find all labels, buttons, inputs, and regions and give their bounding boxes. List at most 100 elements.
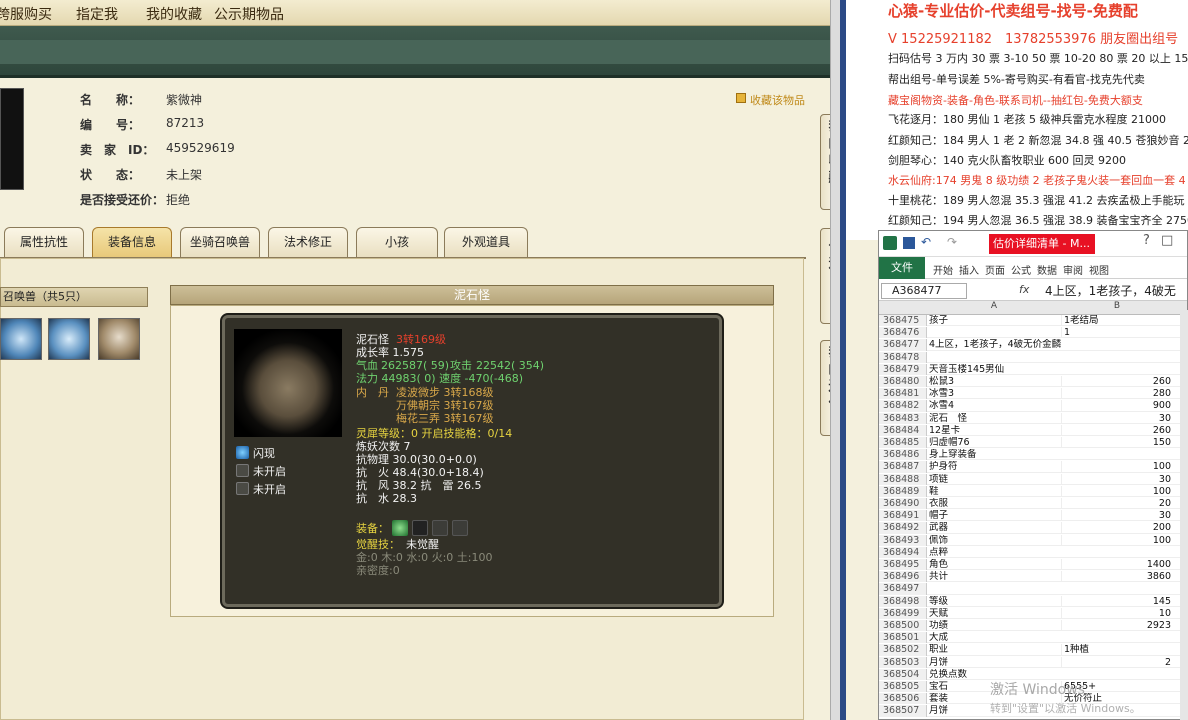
cell-a[interactable]: 12星卡 — [927, 425, 1061, 436]
row-number[interactable]: 368503 — [879, 656, 927, 668]
cell-a[interactable]: 护身符 — [927, 461, 1061, 472]
cell-a[interactable]: 天音玉楼145男仙 — [927, 364, 1061, 375]
row-number[interactable]: 368500 — [879, 620, 927, 632]
cell-b-number[interactable]: 150 — [1061, 437, 1173, 448]
save-icon[interactable] — [903, 237, 915, 249]
row-number[interactable]: 368481 — [879, 388, 927, 400]
nav-public-items[interactable]: 公示期物品 — [214, 4, 284, 24]
cell-a[interactable]: 功绩 — [927, 620, 1061, 631]
nav-cross-server-buy[interactable]: 跨服购买 — [0, 4, 52, 24]
row-number[interactable]: 368492 — [879, 522, 927, 534]
row-number[interactable]: 368477 — [879, 339, 927, 351]
cell-a[interactable]: 鞋 — [927, 486, 1061, 497]
cell-a[interactable]: 天赋 — [927, 608, 1061, 619]
equip-slot-4-icon[interactable] — [452, 520, 468, 536]
cell-a[interactable]: 佩饰 — [927, 535, 1061, 546]
row-number[interactable]: 368478 — [879, 351, 927, 363]
ribbon-formulas[interactable]: 公式 — [1011, 262, 1031, 277]
row-number[interactable]: 368482 — [879, 400, 927, 412]
row-number[interactable]: 368507 — [879, 705, 927, 717]
row-number[interactable]: 368499 — [879, 607, 927, 620]
cell-a[interactable]: 冰雪4 — [927, 400, 1061, 411]
nav-my-favorites[interactable]: 我的收藏 — [146, 4, 202, 24]
column-b-header[interactable]: B — [1061, 301, 1173, 311]
row-number[interactable]: 368506 — [879, 693, 927, 705]
row-number[interactable]: 368498 — [879, 595, 927, 607]
row-number[interactable]: 368493 — [879, 534, 927, 546]
help-icon[interactable]: ? — [1143, 233, 1150, 248]
cell-b-number[interactable]: 3860 — [1061, 571, 1173, 583]
row-number[interactable]: 368487 — [879, 461, 927, 473]
cell-a[interactable]: 身上穿装备 — [927, 449, 1061, 460]
row-number[interactable]: 368489 — [879, 485, 927, 498]
row-number[interactable]: 368502 — [879, 644, 927, 656]
pet-thumb-3[interactable] — [98, 318, 140, 360]
redo-icon[interactable]: ↷ — [947, 235, 957, 249]
cell-b-number[interactable]: 30 — [1061, 510, 1173, 522]
cell-b-number[interactable]: 900 — [1061, 400, 1173, 412]
cell-b-number[interactable]: 10 — [1061, 607, 1173, 619]
pet-thumb-2[interactable] — [48, 318, 90, 360]
row-number[interactable]: 368484 — [879, 424, 927, 437]
cell-a[interactable]: 点粹 — [927, 547, 1061, 558]
nav-assigned-to-me[interactable]: 指定我 — [76, 4, 118, 24]
tab-attributes[interactable]: 属性抗性 — [4, 227, 84, 257]
ribbon-review[interactable]: 审阅 — [1063, 262, 1083, 277]
cell-b-number[interactable]: 2 — [1061, 656, 1173, 668]
cell-b-text[interactable]: 1老结局 — [1061, 315, 1173, 326]
cell-b-number[interactable]: 20 — [1061, 498, 1173, 509]
cell-b-number[interactable]: 145 — [1061, 595, 1173, 607]
row-number[interactable]: 368486 — [879, 449, 927, 461]
file-tab[interactable]: 文件 — [879, 257, 925, 279]
row-number[interactable]: 368480 — [879, 376, 927, 388]
row-number[interactable]: 368495 — [879, 559, 927, 571]
cell-b-number[interactable]: 2923 — [1061, 620, 1173, 631]
row-number[interactable]: 368497 — [879, 583, 927, 595]
cell-a[interactable]: 帽子 — [927, 510, 1061, 521]
cell-a[interactable]: 松鼠3 — [927, 376, 1061, 387]
cell-a[interactable]: 冰雪3 — [927, 388, 1061, 399]
favorite-icon[interactable] — [736, 93, 746, 103]
ribbon-data[interactable]: 数据 — [1037, 262, 1057, 277]
row-number[interactable]: 368475 — [879, 315, 927, 327]
cell-a[interactable]: 大成 — [927, 632, 1061, 643]
page-scrollbar[interactable] — [830, 0, 840, 720]
row-number[interactable]: 368494 — [879, 546, 927, 559]
cell-a[interactable]: 衣服 — [927, 498, 1061, 509]
cell-a[interactable]: 等级 — [927, 596, 1061, 607]
cell-a[interactable]: 角色 — [927, 559, 1061, 570]
cell-a[interactable]: 泥石 怪 — [927, 413, 1061, 424]
excel-vertical-scrollbar[interactable] — [1180, 310, 1188, 720]
cell-a[interactable]: 共计 — [927, 571, 1061, 582]
cell-b-text[interactable]: 1 — [1061, 327, 1173, 339]
cell-b-number[interactable]: 100 — [1061, 534, 1173, 546]
row-number[interactable]: 368479 — [879, 363, 927, 376]
name-box[interactable]: A368477 — [881, 283, 967, 299]
cell-b-number[interactable]: 100 — [1061, 485, 1173, 497]
tab-spell-mods[interactable]: 法术修正 — [268, 227, 348, 257]
equip-slot-1-icon[interactable] — [392, 520, 408, 536]
tab-mounts-pets[interactable]: 坐骑召唤兽 — [180, 227, 260, 257]
cell-b-number[interactable]: 30 — [1061, 473, 1173, 485]
cell-b-number[interactable]: 1400 — [1061, 559, 1173, 570]
tab-child[interactable]: 小孩 — [356, 227, 438, 257]
fx-icon[interactable]: fx — [1019, 283, 1029, 296]
cell-b-number[interactable]: 100 — [1061, 461, 1173, 473]
row-number[interactable]: 368485 — [879, 437, 927, 449]
cell-a[interactable]: 月饼 — [927, 657, 1061, 668]
ribbon-home[interactable]: 开始 — [933, 262, 953, 277]
tab-equipment[interactable]: 装备信息 — [92, 227, 172, 257]
sheet-grid[interactable]: 368475 孩子 1老结局 368476 1 368477 4上区，1老孩子，4破无价金麟… — [879, 315, 1187, 719]
formula-input[interactable]: 4上区，1老孩子，4破无 — [1045, 282, 1176, 299]
cell-a[interactable]: 4上区，1老孩子，4破无价金麟，装备宝宝齐全 — [927, 339, 1061, 350]
skill-flash-icon[interactable] — [236, 446, 249, 459]
row-number[interactable]: 368491 — [879, 510, 927, 522]
cell-a[interactable]: 项链 — [927, 474, 1061, 485]
ribbon-layout[interactable]: 页面 — [985, 262, 1005, 277]
pet-thumb-1[interactable] — [0, 318, 42, 360]
row-number[interactable]: 368504 — [879, 668, 927, 681]
row-number[interactable]: 368501 — [879, 632, 927, 644]
row-number[interactable]: 368490 — [879, 498, 927, 510]
favorite-link[interactable]: 收藏该物品 — [750, 92, 805, 108]
row-number[interactable]: 368488 — [879, 473, 927, 485]
